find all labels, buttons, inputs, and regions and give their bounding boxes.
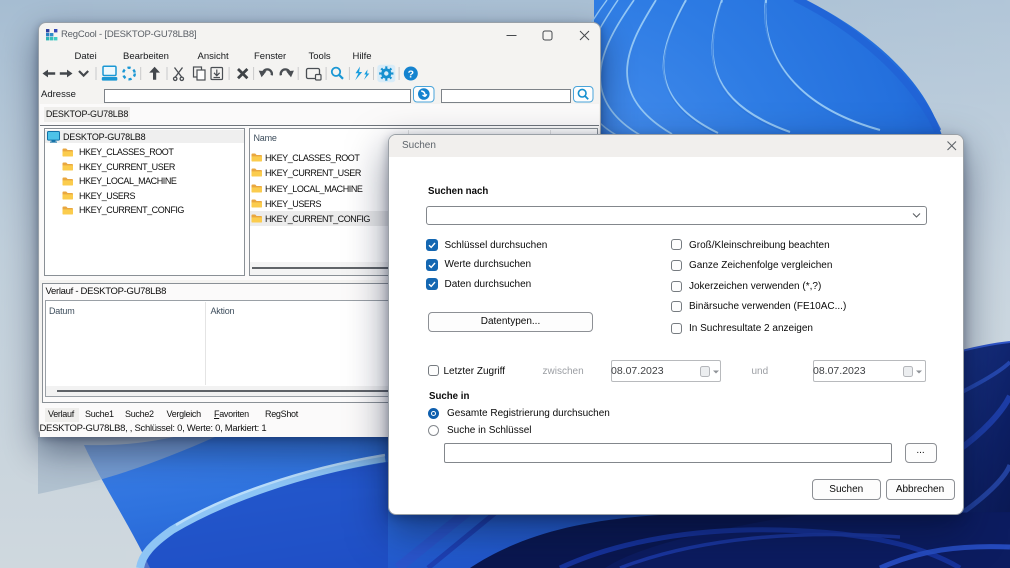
svg-text:?: ? [408, 68, 414, 80]
